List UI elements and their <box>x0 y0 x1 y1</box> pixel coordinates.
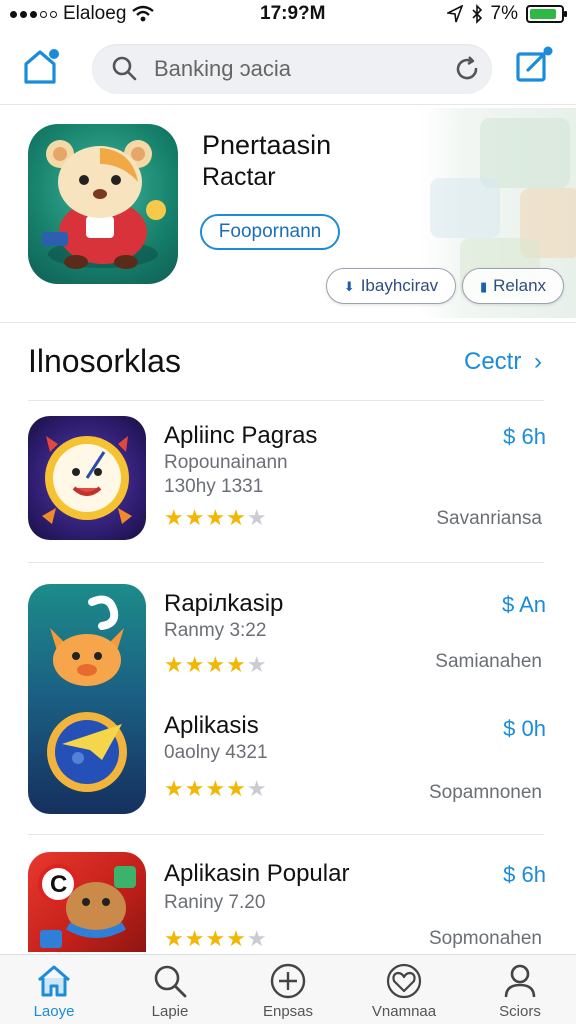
app-developer: Ranmy 3:22 <box>164 620 267 641</box>
app-price-button[interactable]: $ 6h <box>503 424 546 450</box>
tab-home[interactable]: Laoye <box>4 961 104 1023</box>
status-right: 7% <box>446 3 567 25</box>
home-icon <box>38 965 70 997</box>
section-divider <box>28 400 544 401</box>
compose-icon[interactable] <box>512 44 556 88</box>
pill-label: Ibayhcirav <box>360 276 439 295</box>
heart-icon <box>386 963 422 999</box>
tab-label: Laoye <box>33 1003 75 1020</box>
app-rating-stars: ★★★★★ <box>164 776 268 801</box>
bluetooth-icon <box>471 4 482 24</box>
app-name[interactable]: Aplikasin Popular <box>164 860 349 888</box>
search-icon <box>154 965 187 998</box>
tab-label: Lapie <box>151 1003 189 1020</box>
bookmark-icon: ▮ <box>479 279 488 294</box>
battery-percent: 7% <box>490 3 518 24</box>
tab-label: Sciors <box>499 1003 541 1020</box>
app-developer: Raniny 7.20 <box>164 892 266 913</box>
status-bar: Elaloeg 17:9?M 7% <box>0 0 576 30</box>
refresh-icon[interactable] <box>452 54 482 84</box>
app-category: Savanriansa <box>436 508 542 529</box>
featured-app-title: Pnertaasin <box>202 130 332 160</box>
svg-text:C: C <box>50 871 67 898</box>
app-rating-stars: ★★★★★ <box>164 505 268 530</box>
featured-app-subtitle: Ractar <box>202 163 276 191</box>
search-input[interactable] <box>154 44 454 94</box>
top-divider <box>0 104 576 105</box>
battery-icon <box>526 5 567 23</box>
location-arrow-icon <box>446 5 463 23</box>
app-name[interactable]: Rapiлkasip <box>164 590 283 618</box>
app-rating-stars: ★★★★★ <box>164 926 268 951</box>
tab-search[interactable]: Lapie <box>120 961 220 1023</box>
section-link-label: Cectr <box>463 348 522 375</box>
top-bar <box>0 36 576 100</box>
status-left: Elaloeg <box>10 3 155 25</box>
app-category: Sopmonahen <box>428 928 542 949</box>
section-see-all-link[interactable]: Cectr › <box>464 348 542 376</box>
wifi-icon <box>132 5 155 22</box>
status-time: 17:9?M <box>260 3 326 24</box>
row-divider <box>28 834 544 835</box>
app-icon[interactable] <box>28 584 146 814</box>
home-edit-icon[interactable] <box>20 44 64 88</box>
app-icon[interactable]: C <box>28 852 146 952</box>
row-divider <box>28 562 544 563</box>
plus-circle-icon <box>270 963 306 999</box>
app-price-button[interactable]: $ An <box>502 592 546 618</box>
tab-bar: Laoye Lapie Enpsas Vnamnaa Sciors <box>0 954 576 1024</box>
app-rating-stars: ★★★★★ <box>164 652 268 677</box>
app-price-button[interactable]: $ 0h <box>503 716 546 742</box>
featured-app-icon[interactable] <box>28 124 178 284</box>
app-developer: 0aolny 4321 <box>164 742 268 763</box>
app-developer: Ropounainann <box>164 452 288 473</box>
featured-app-banner[interactable]: Pnertaasin Ractar Foopornann ⬇ Ibayhcirav… <box>0 108 576 320</box>
related-pill-button[interactable]: ▮ Relanx <box>462 268 564 304</box>
tab-label: Enpsas <box>262 1003 314 1020</box>
carrier-name: Elaloeg <box>63 3 127 24</box>
featured-get-button[interactable]: Foopornann <box>200 214 340 250</box>
chevron-right-icon: › <box>534 348 542 375</box>
app-category: Samianahen <box>435 651 542 672</box>
person-icon <box>504 964 536 998</box>
download-pill-button[interactable]: ⬇ Ibayhcirav <box>326 268 456 304</box>
search-icon <box>112 56 137 81</box>
hero-divider <box>0 322 576 323</box>
tab-add[interactable]: Enpsas <box>238 961 338 1023</box>
app-category: Sopamnonen <box>428 782 542 803</box>
app-icon[interactable] <box>28 416 146 540</box>
app-price-button[interactable]: $ 6h <box>503 862 546 888</box>
download-arrow-icon: ⬇ <box>343 279 355 294</box>
signal-strength-icon <box>10 10 57 18</box>
app-name[interactable]: Aplikasis <box>164 712 259 740</box>
tab-profile[interactable]: Sciors <box>470 961 570 1023</box>
app-name[interactable]: Apliinc Pagras <box>164 422 317 450</box>
tab-label: Vnamnaa <box>371 1003 437 1020</box>
search-bar[interactable] <box>92 44 492 94</box>
section-title: Ilnosorklas <box>28 343 181 379</box>
tab-favorites[interactable]: Vnamnaa <box>354 961 454 1023</box>
app-meta: 130hy 1331 <box>164 476 264 497</box>
pill-label: Relanx <box>493 276 547 295</box>
